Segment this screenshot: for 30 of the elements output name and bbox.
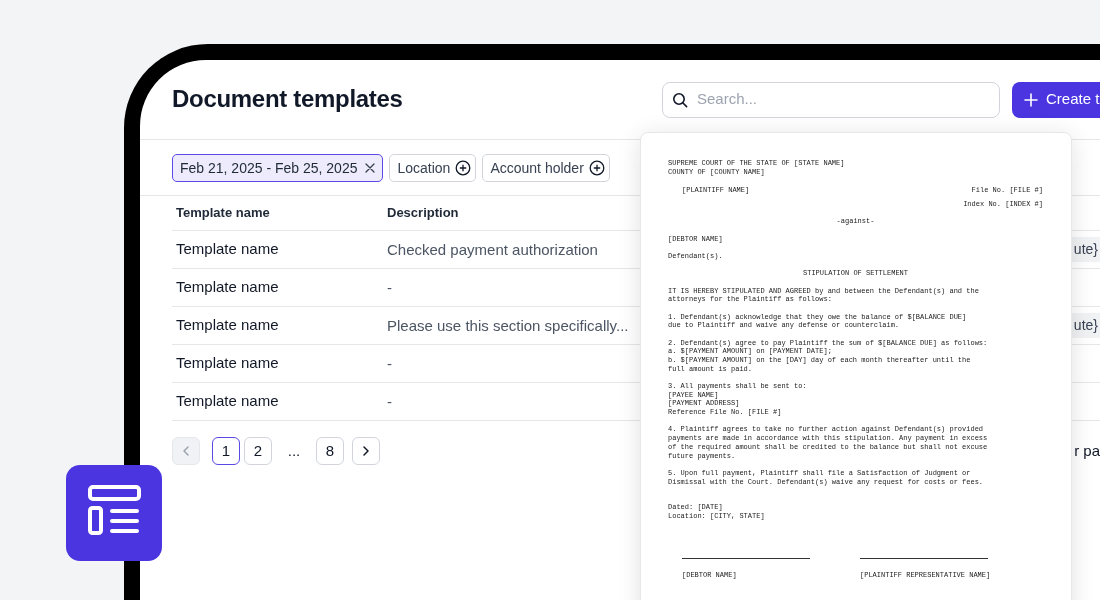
plus-circle-icon	[455, 160, 472, 176]
table-cell-text: Template name	[175, 239, 280, 260]
column-header: Description	[387, 205, 459, 221]
chevron-left-icon	[181, 445, 191, 457]
table-cell: Please use this section specifically...	[387, 316, 629, 334]
table-cell-text: Template name	[175, 391, 280, 412]
create-button[interactable]: Create t	[1012, 81, 1100, 118]
ellipsis: ...	[286, 440, 302, 461]
filter-button[interactable]: Location	[389, 154, 477, 182]
column-header: Template name	[175, 204, 271, 223]
search-field[interactable]: Search...	[662, 81, 1000, 118]
chevron-right-icon	[361, 445, 371, 457]
table-cell: Checked payment authorization	[387, 240, 598, 258]
plus-icon	[1024, 92, 1038, 107]
table-cell-text: Template name	[175, 277, 280, 298]
plus-circle-icon	[588, 160, 605, 176]
next-page-button[interactable]	[352, 437, 380, 465]
filter-button[interactable]: Account holder	[482, 154, 610, 182]
table-cell: -	[387, 278, 392, 296]
table-cell-text: Template name	[175, 315, 280, 336]
page-title: Document templates	[172, 85, 404, 114]
page-button[interactable]: 1	[212, 437, 240, 465]
table-cell: -	[387, 392, 392, 410]
page-button[interactable]: 8	[316, 437, 344, 465]
filter-chip[interactable]: Feb 21, 2025 - Feb 25, 2025	[172, 154, 384, 182]
table-cell: -	[387, 354, 392, 372]
table-cell-text: Template name	[175, 353, 280, 374]
search-icon	[672, 91, 688, 108]
rows-per-page-label: r pa	[1074, 440, 1100, 461]
page-button[interactable]: 2	[244, 437, 272, 465]
